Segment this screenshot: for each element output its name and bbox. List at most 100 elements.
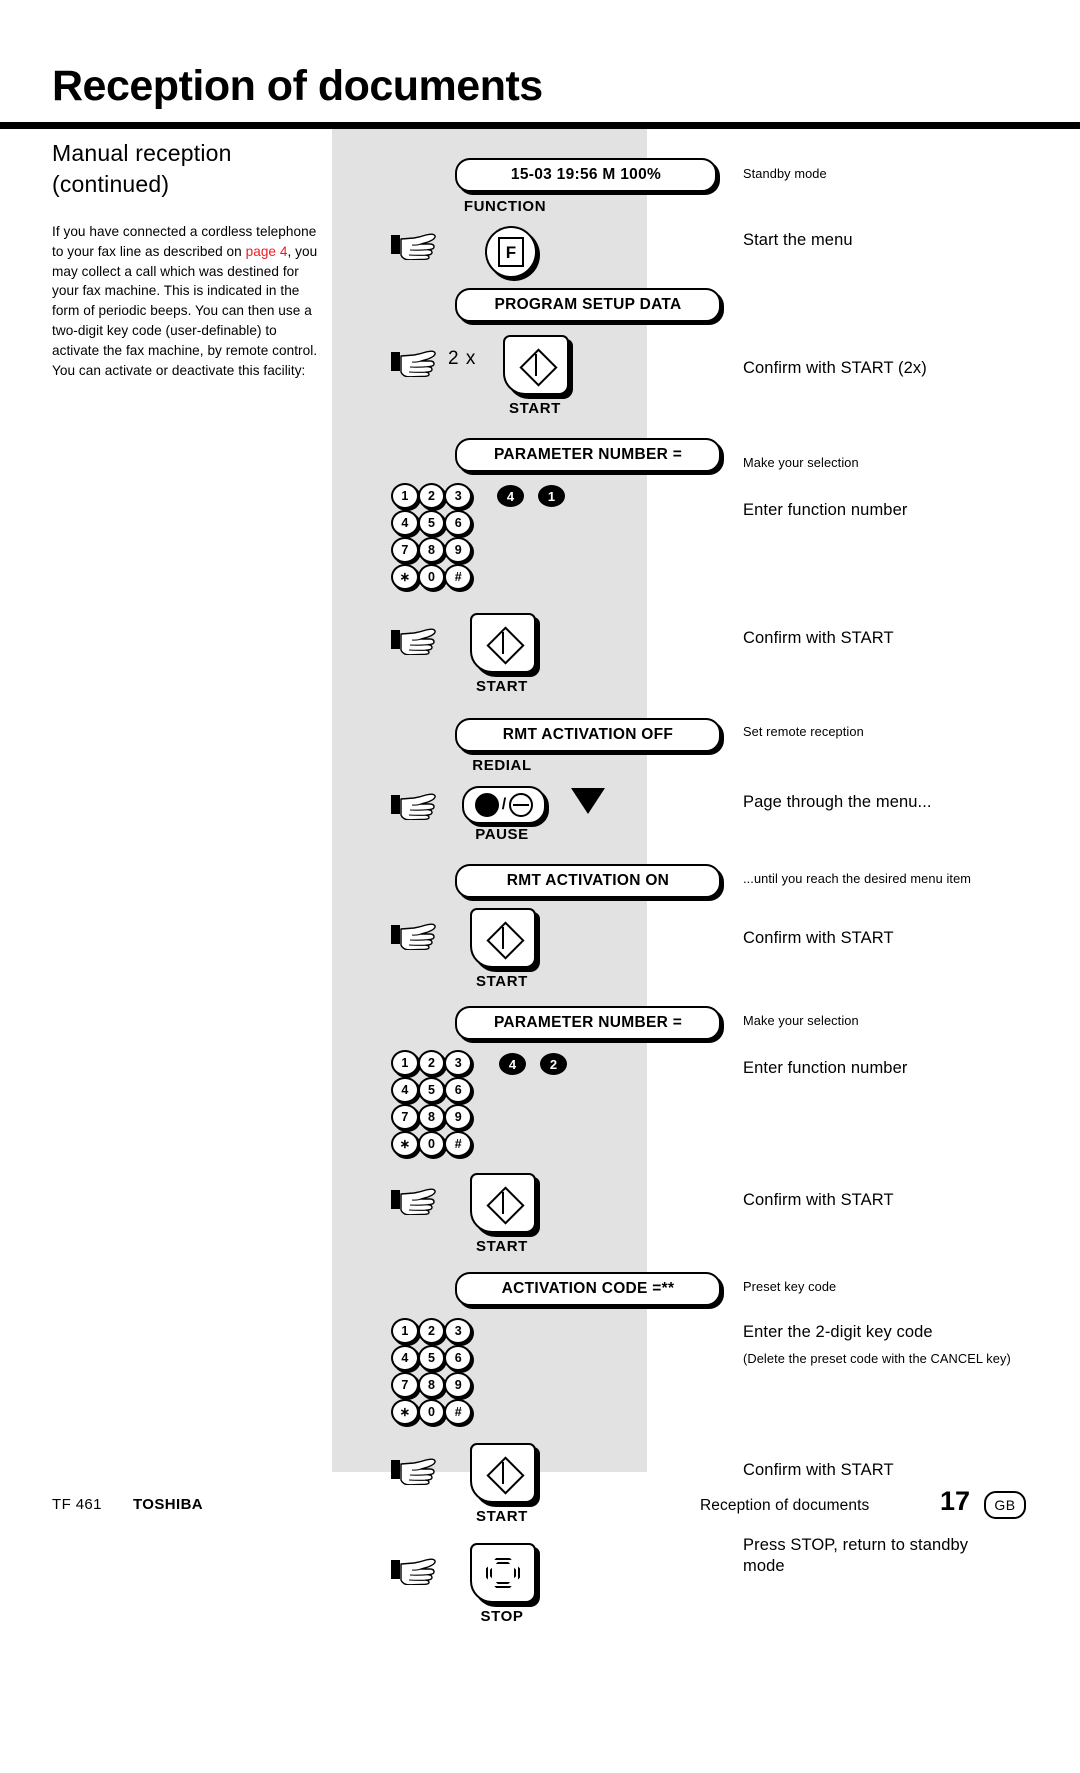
- label-redial-key: REDIAL: [472, 757, 532, 774]
- note-make-selection-1: Make your selection: [743, 455, 859, 470]
- numeric-keypad[interactable]: 1 2 3 4 5 6 7 8 9 ∗ 0 #: [391, 483, 473, 591]
- numkey-2[interactable]: 2: [417, 483, 446, 509]
- start-diamond-icon: [486, 1186, 520, 1220]
- numkey-2[interactable]: 2: [417, 1050, 446, 1076]
- numkey-5[interactable]: 5: [417, 510, 446, 536]
- numkey-1[interactable]: 1: [391, 1318, 419, 1344]
- slash-separator: /: [501, 796, 507, 813]
- note-confirm-start-1: Confirm with START: [743, 629, 894, 647]
- start-key[interactable]: [470, 1173, 536, 1233]
- numkey-3[interactable]: 3: [444, 1318, 473, 1344]
- numeric-keypad[interactable]: 1 2 3 4 5 6 7 8 9 ∗ 0 #: [391, 1050, 473, 1158]
- label-pause-key: PAUSE: [475, 826, 529, 843]
- numkey-9[interactable]: 9: [444, 1104, 473, 1130]
- numkey-star[interactable]: ∗: [391, 564, 419, 590]
- numkey-hash[interactable]: #: [444, 1131, 473, 1157]
- note-preset-key-code: Preset key code: [743, 1279, 837, 1294]
- numkey-2[interactable]: 2: [417, 1318, 446, 1344]
- label-stop-key: STOP: [480, 1608, 524, 1625]
- entered-digit-second: 1: [538, 485, 565, 507]
- note-enter-2-digit-code: Enter the 2-digit key code: [743, 1323, 933, 1341]
- pointing-hand-icon: [391, 923, 436, 950]
- keypad-row: 1 2 3: [391, 1050, 473, 1076]
- redial-icon: [474, 793, 499, 817]
- numkey-3[interactable]: 3: [444, 1050, 473, 1076]
- start-diamond-icon: [486, 1456, 520, 1490]
- page-title: Reception of documents: [52, 62, 543, 110]
- label-start-key: START: [476, 973, 528, 990]
- label-function-key: FUNCTION: [463, 198, 547, 215]
- note-press-stop: Press STOP, return to standby mode: [743, 1536, 969, 1575]
- footer-section: Reception of documents: [700, 1497, 870, 1514]
- label-start-key: START: [476, 1508, 528, 1525]
- keypad-row: 4 5 6: [391, 510, 473, 536]
- intro-paragraph: If you have connected a cordless telepho…: [52, 222, 320, 380]
- pointing-hand-icon: [391, 1558, 436, 1585]
- start-key[interactable]: [470, 1443, 536, 1503]
- numkey-star[interactable]: ∗: [391, 1131, 419, 1157]
- numkey-3[interactable]: 3: [444, 483, 473, 509]
- start-key[interactable]: [503, 335, 569, 395]
- numkey-hash[interactable]: #: [444, 1399, 473, 1425]
- pointing-hand-icon: [391, 793, 436, 820]
- footer-page-number: 17: [940, 1486, 971, 1516]
- numkey-6[interactable]: 6: [444, 510, 473, 536]
- numkey-0[interactable]: 0: [417, 1131, 446, 1157]
- numkey-8[interactable]: 8: [417, 1104, 446, 1130]
- numkey-4[interactable]: 4: [391, 510, 419, 536]
- start-diamond-icon: [486, 626, 520, 660]
- redial-pause-key[interactable]: /: [462, 786, 546, 824]
- lcd-rmt-activation-off: RMT ACTIVATION OFF: [455, 718, 721, 752]
- numkey-9[interactable]: 9: [444, 1372, 473, 1398]
- pointing-hand-icon: [391, 1458, 436, 1485]
- numeric-keypad[interactable]: 1 2 3 4 5 6 7 8 9 ∗ 0 #: [391, 1318, 473, 1426]
- numkey-hash[interactable]: #: [444, 564, 473, 590]
- numkey-7[interactable]: 7: [391, 537, 419, 563]
- numkey-7[interactable]: 7: [391, 1372, 419, 1398]
- start-key[interactable]: [470, 613, 536, 673]
- page-4-link[interactable]: page 4: [246, 244, 288, 259]
- numkey-8[interactable]: 8: [417, 1372, 446, 1398]
- lcd-program-setup-data: PROGRAM SETUP DATA: [455, 288, 721, 322]
- numkey-6[interactable]: 6: [444, 1077, 473, 1103]
- note-confirm-start-2: Confirm with START: [743, 929, 894, 947]
- function-key[interactable]: F: [485, 226, 537, 278]
- numkey-6[interactable]: 6: [444, 1345, 473, 1371]
- numkey-4[interactable]: 4: [391, 1345, 419, 1371]
- numkey-7[interactable]: 7: [391, 1104, 419, 1130]
- lcd-rmt-activation-on: RMT ACTIVATION ON: [455, 864, 721, 898]
- start-key[interactable]: [470, 908, 536, 968]
- keypad-row: ∗ 0 #: [391, 1131, 473, 1157]
- keypad-row: 4 5 6: [391, 1077, 473, 1103]
- stop-key[interactable]: [470, 1543, 536, 1603]
- numkey-0[interactable]: 0: [417, 1399, 446, 1425]
- numkey-4[interactable]: 4: [391, 1077, 419, 1103]
- pointing-hand-icon: [391, 233, 436, 260]
- note-confirm-start-3: Confirm with START: [743, 1191, 894, 1209]
- section-heading-line1: Manual reception: [52, 140, 232, 166]
- start-diamond-icon: [519, 348, 553, 382]
- numkey-1[interactable]: 1: [391, 1050, 419, 1076]
- footer-language-badge: GB: [984, 1491, 1026, 1519]
- numkey-0[interactable]: 0: [417, 564, 446, 590]
- lcd-activation-code: ACTIVATION CODE =**: [455, 1272, 721, 1306]
- keypad-row: 7 8 9: [391, 1104, 473, 1130]
- footer-model: TF 461: [52, 1496, 102, 1513]
- keypad-row: ∗ 0 #: [391, 1399, 473, 1425]
- numkey-star[interactable]: ∗: [391, 1399, 419, 1425]
- numkey-8[interactable]: 8: [417, 537, 446, 563]
- numkey-1[interactable]: 1: [391, 483, 419, 509]
- stop-octagon-icon: [486, 1558, 520, 1588]
- numkey-9[interactable]: 9: [444, 537, 473, 563]
- pause-icon: [509, 793, 534, 817]
- label-start-key: START: [476, 1238, 528, 1255]
- numkey-5[interactable]: 5: [417, 1345, 446, 1371]
- function-key-glyph: F: [498, 237, 524, 267]
- repeat-count-2x: 2 x: [448, 348, 477, 369]
- keypad-row: 1 2 3: [391, 483, 473, 509]
- lcd-standby-display: 15-03 19:56 M 100%: [455, 158, 717, 192]
- numkey-5[interactable]: 5: [417, 1077, 446, 1103]
- pointing-hand-icon: [391, 1188, 436, 1215]
- note-delete-preset-code: (Delete the preset code with the CANCEL …: [743, 1351, 1011, 1366]
- pointing-hand-icon: [391, 350, 436, 377]
